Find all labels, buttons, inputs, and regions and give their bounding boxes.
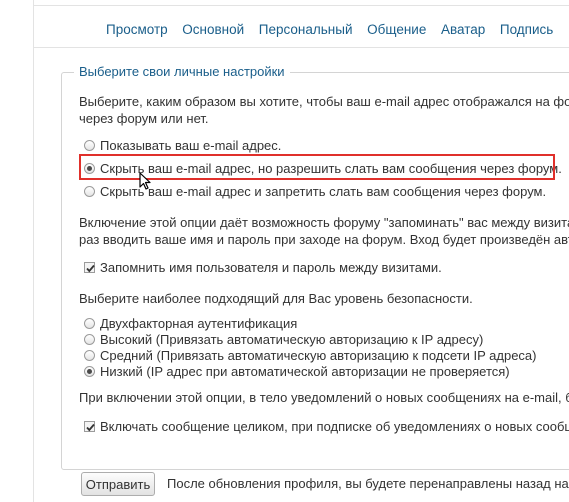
panel-left-border xyxy=(33,0,34,502)
radio-button[interactable] xyxy=(84,186,95,197)
remember-info-line-2: раз вводить ваше имя и пароль при заходе… xyxy=(79,232,569,247)
after-submit-note: После обновления профиля, вы будете пере… xyxy=(167,476,569,491)
email-option-label: Показывать ваш e-mail адрес. xyxy=(100,138,282,153)
radio-button[interactable] xyxy=(84,140,95,151)
checkbox-checked[interactable] xyxy=(84,262,95,273)
radio-button[interactable] xyxy=(84,350,95,361)
security-option-label: Низкий (IP адрес при автоматической авто… xyxy=(100,364,510,379)
tabs-divider xyxy=(33,47,569,48)
email-option-label: Скрыть ваш e-mail адрес и запретить слат… xyxy=(100,184,547,199)
checkmark-icon xyxy=(86,264,95,273)
fieldset-legend: Выберите свои личные настройки xyxy=(74,64,290,79)
radio-button[interactable] xyxy=(84,334,95,345)
tab-avatar[interactable]: Аватар xyxy=(441,22,485,37)
email-prompt-line-2: через форум или нет. xyxy=(79,111,209,126)
radio-button[interactable] xyxy=(84,318,95,329)
tab-view[interactable]: Просмотр xyxy=(106,22,168,37)
remember-info-line-1: Включение этой опции даёт возможность фо… xyxy=(79,215,569,230)
notify-full-message-label: Включать сообщение целиком, при подписке… xyxy=(100,419,569,434)
email-prompt-line-1: Выберите, каким образом вы хотите, чтобы… xyxy=(79,94,569,109)
submit-button[interactable]: Отправить xyxy=(81,472,155,496)
security-option-label: Высокий (Привязать автоматическую автори… xyxy=(100,332,484,347)
checkmark-icon xyxy=(86,423,95,432)
mouse-cursor-icon xyxy=(139,172,151,190)
checkbox-checked[interactable] xyxy=(84,421,95,432)
panel-top-border xyxy=(33,5,569,6)
remember-login-label: Запомнить имя пользователя и пароль межд… xyxy=(100,260,442,275)
tab-signature[interactable]: Подпись xyxy=(500,22,553,37)
tab-main[interactable]: Основной xyxy=(182,22,244,37)
tab-messaging[interactable]: Общение xyxy=(367,22,426,37)
security-prompt: Выберите наиболее подходящий для Вас уро… xyxy=(79,291,473,306)
security-option-label: Средний (Привязать автоматическую автори… xyxy=(100,348,537,363)
tab-personal[interactable]: Персональный xyxy=(259,22,353,37)
notify-info: При включении этой опции, в тело уведомл… xyxy=(79,390,569,405)
radio-button-selected[interactable] xyxy=(84,366,95,377)
profile-tabs: Просмотр Основной Персональный Общение А… xyxy=(106,22,564,37)
security-option-label: Двухфакторная аутентификация xyxy=(100,316,298,331)
